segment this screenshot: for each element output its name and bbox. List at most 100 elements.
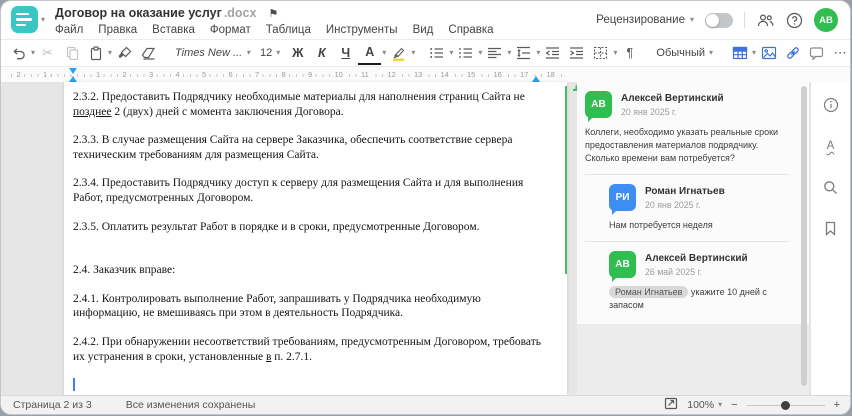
user-avatar[interactable]: АВ <box>814 8 838 32</box>
right-sidebar: А <box>810 82 850 395</box>
font-size-value: 12 <box>260 47 273 59</box>
undo-button[interactable] <box>7 42 30 64</box>
paste-icon[interactable] <box>84 42 107 64</box>
toolbar: ▾ ✂ ▾ Times New ... ▾ 12 ▾ Ж К Ч А ▾ ▾ ▾… <box>1 39 850 67</box>
paragraph-borders-icon[interactable] <box>589 42 612 64</box>
zoom-in-button[interactable]: + <box>834 399 840 411</box>
flag-icon[interactable]: ⚑ <box>268 7 278 20</box>
logo-dropdown-icon[interactable]: ▾ <box>41 15 45 24</box>
paragraph-style-select[interactable]: Обычный ▾ <box>651 42 718 64</box>
line-spacing-dropdown-icon[interactable]: ▾ <box>536 49 540 57</box>
font-name-select[interactable]: Times New ... ▾ <box>170 42 254 64</box>
paragraph: 2.4.1. Контролировать выполнение Работ, … <box>73 292 481 320</box>
cut-icon[interactable]: ✂ <box>36 42 59 64</box>
info-icon[interactable] <box>822 96 840 114</box>
comment-date: 20 янв 2025 г. <box>621 107 677 117</box>
align-dropdown-icon[interactable]: ▾ <box>507 49 511 57</box>
document-title[interactable]: Договор на оказание услуг <box>55 6 222 20</box>
highlight-color-icon[interactable] <box>387 42 410 64</box>
comment-date: 20 янв 2025 г. <box>645 200 701 210</box>
search-icon[interactable] <box>822 178 840 196</box>
comment[interactable]: РИ Роман Игнатьев 20 янв 2025 г. Нам потреб… <box>585 174 789 232</box>
save-status: Все изменения сохранены <box>125 399 256 411</box>
zoom-slider[interactable] <box>746 400 825 410</box>
collaborators-icon[interactable] <box>756 11 774 29</box>
ruler-number: 1 <box>94 69 103 79</box>
menu-item-5[interactable]: Инструменты <box>326 24 398 36</box>
comments-scrollbar[interactable] <box>801 86 807 386</box>
zoom-out-button[interactable]: − <box>731 399 737 411</box>
menu-item-1[interactable]: Правка <box>98 24 137 36</box>
ruler-number: 17 <box>518 69 531 79</box>
undo-dropdown-icon[interactable]: ▾ <box>31 49 35 57</box>
ruler-number: 7 <box>253 69 262 79</box>
comment-text: Роман Игнатьев укажите 10 дней с запасом <box>609 286 767 310</box>
comment-author: Алексей Вертинский <box>621 93 724 104</box>
document-page[interactable]: 2.3.2. Предоставить Подрядчику необходим… <box>64 82 628 395</box>
numbered-list-icon[interactable] <box>454 42 477 64</box>
paragraph: 2.3.3. В случае размещения Сайта на серв… <box>73 134 513 161</box>
zoom-select[interactable]: 100% ▾ <box>687 399 722 411</box>
numbered-list-dropdown-icon[interactable]: ▾ <box>478 49 482 57</box>
app-logo[interactable] <box>11 6 38 33</box>
line-spacing-icon[interactable] <box>512 42 535 64</box>
ruler-number: 6 <box>226 69 235 79</box>
ruler-number: 2 <box>14 69 23 79</box>
ruler-number: 1 <box>41 69 50 79</box>
bullet-list-icon[interactable] <box>425 42 448 64</box>
comment-avatar: РИ <box>609 184 636 215</box>
paste-dropdown-icon[interactable]: ▾ <box>108 49 112 57</box>
insert-image-icon[interactable] <box>757 42 780 64</box>
help-icon[interactable] <box>785 11 803 29</box>
comment[interactable]: АВ Алексей Вертинский 20 янв 2025 г. Коллег… <box>585 91 789 165</box>
fit-page-icon[interactable] <box>664 397 678 413</box>
more-tools-button[interactable]: ⋯ <box>829 42 850 64</box>
menu-item-3[interactable]: Формат <box>210 24 251 36</box>
italic-button[interactable]: К <box>310 42 333 64</box>
insert-comment-icon[interactable] <box>805 42 828 64</box>
font-color-dropdown-icon[interactable]: ▾ <box>382 49 386 57</box>
ruler-number: 8 <box>279 69 288 79</box>
ruler-number: 3 <box>147 69 156 79</box>
table-dropdown-icon[interactable]: ▾ <box>752 49 756 57</box>
highlight-dropdown-icon[interactable]: ▾ <box>411 49 415 57</box>
format-painter-icon[interactable] <box>113 42 136 64</box>
clear-style-icon[interactable] <box>137 42 160 64</box>
font-name-value: Times New ... <box>175 47 243 59</box>
font-size-select[interactable]: 12 ▾ <box>255 42 285 64</box>
bold-button[interactable]: Ж <box>286 42 309 64</box>
chevron-down-icon: ▾ <box>276 48 281 57</box>
insert-link-icon[interactable] <box>781 42 804 64</box>
comment[interactable]: АВ Алексей Вертинский 26 май 2025 г. Роман … <box>585 241 789 312</box>
review-mode-select[interactable]: Рецензирование ▾ <box>596 14 694 26</box>
chevron-down-icon: ▾ <box>709 48 714 57</box>
ruler-number: 2 <box>120 69 129 79</box>
menu-item-4[interactable]: Таблица <box>266 24 311 36</box>
increase-indent-icon[interactable] <box>565 42 588 64</box>
menu-item-6[interactable]: Вид <box>413 24 434 36</box>
copy-icon[interactable] <box>60 42 83 64</box>
align-left-icon[interactable] <box>483 42 506 64</box>
spellcheck-icon[interactable]: А <box>822 137 840 155</box>
ruler-number: 5 <box>200 69 209 79</box>
menu-item-0[interactable]: Файл <box>55 24 83 36</box>
review-toggle[interactable] <box>705 12 733 28</box>
menu-item-2[interactable]: Вставка <box>152 24 195 36</box>
comment-text: Коллеги, необходимо указать реальные сро… <box>585 127 779 163</box>
paragraph-style-value: Обычный <box>656 47 706 59</box>
decrease-indent-icon[interactable] <box>541 42 564 64</box>
paragraph <box>73 248 545 263</box>
first-line-indent-marker[interactable] <box>68 68 77 74</box>
zoom-slider-thumb[interactable] <box>781 400 791 410</box>
bookmark-icon[interactable] <box>822 219 840 237</box>
show-formatting-marks-button[interactable]: ¶ <box>618 42 641 64</box>
insert-table-icon[interactable] <box>728 42 751 64</box>
font-color-button[interactable]: А <box>358 41 382 65</box>
bullet-list-dropdown-icon[interactable]: ▾ <box>449 49 453 57</box>
menu-bar: Файл Правка Вставка Формат Таблица Инструмент… <box>55 24 494 36</box>
underline-button[interactable]: Ч <box>334 42 357 64</box>
borders-dropdown-icon[interactable]: ▾ <box>613 49 617 57</box>
comment-author: Роман Игнатьев <box>645 186 725 197</box>
paragraph: 2.4. Заказчик вправе: <box>73 264 176 277</box>
menu-item-7[interactable]: Справка <box>448 24 493 36</box>
